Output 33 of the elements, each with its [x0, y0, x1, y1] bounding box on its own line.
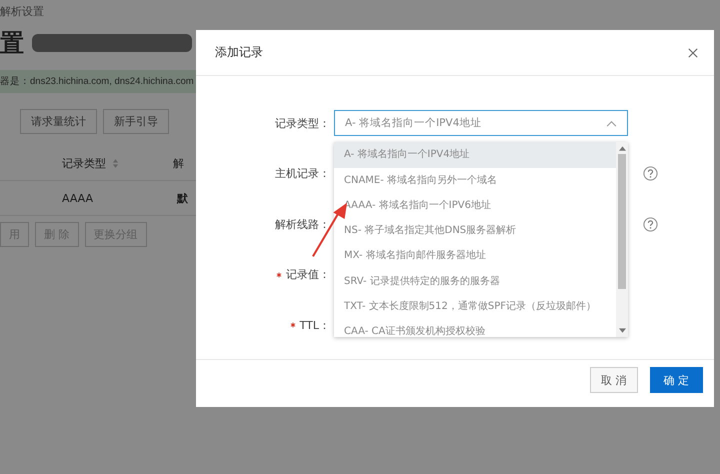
scroll-up-icon[interactable] — [618, 146, 626, 152]
required-asterisk-icon — [290, 322, 296, 328]
dropdown-option[interactable]: MX- 将域名指向邮件服务器地址 — [334, 243, 616, 269]
dropdown-option[interactable]: SRV- 记录提供特定的服务的服务器 — [334, 268, 616, 294]
toolbar-button[interactable]: 请求量统计 — [20, 109, 97, 134]
toolbar-button[interactable]: 新手引导 — [103, 109, 169, 134]
field-label: TTL： — [300, 318, 330, 333]
dropdown-option[interactable]: A- 将域名指向一个IPV4地址 — [334, 142, 616, 168]
dropdown-option[interactable]: TXT- 文本长度限制512，通常做SPF记录（反垃圾邮件） — [334, 294, 616, 320]
dialog-title: 添加记录 — [215, 44, 263, 61]
dropdown-option[interactable]: NS- 将子域名指定其他DNS服务器解析 — [334, 218, 616, 244]
cancel-button[interactable]: 取 消 — [590, 367, 638, 393]
scrollbar[interactable] — [616, 142, 628, 338]
field-label: 记录类型： — [275, 116, 330, 131]
help-icon[interactable] — [643, 166, 658, 182]
close-icon[interactable] — [688, 48, 698, 58]
breadcrumb[interactable]: 解析设置 — [0, 0, 720, 24]
required-asterisk-icon — [276, 272, 282, 278]
dropdown-option[interactable]: CNAME- 将域名指向另外一个域名 — [334, 168, 616, 193]
field-label: 主机记录： — [275, 166, 330, 182]
column-header[interactable]: 记录类型 — [62, 156, 106, 170]
page-heading: 置 — [0, 28, 24, 59]
confirm-button[interactable]: 确 定 — [650, 367, 703, 393]
help-icon[interactable] — [643, 216, 658, 232]
scroll-down-icon[interactable] — [618, 328, 626, 334]
column-header: 解 — [173, 156, 184, 170]
table-cell: 默 — [177, 190, 188, 206]
dns-notice: 器是：dns23.hichina.com, dns24.hichina.com — [0, 70, 196, 93]
chevron-icon — [606, 120, 617, 127]
field-label: 记录值： — [286, 267, 330, 282]
field-label: 解析线路： — [275, 216, 330, 232]
table-cell: AAAA — [62, 192, 94, 204]
dropdown-option[interactable]: CAA- CA证书颁发机构授权校验 — [334, 319, 616, 338]
